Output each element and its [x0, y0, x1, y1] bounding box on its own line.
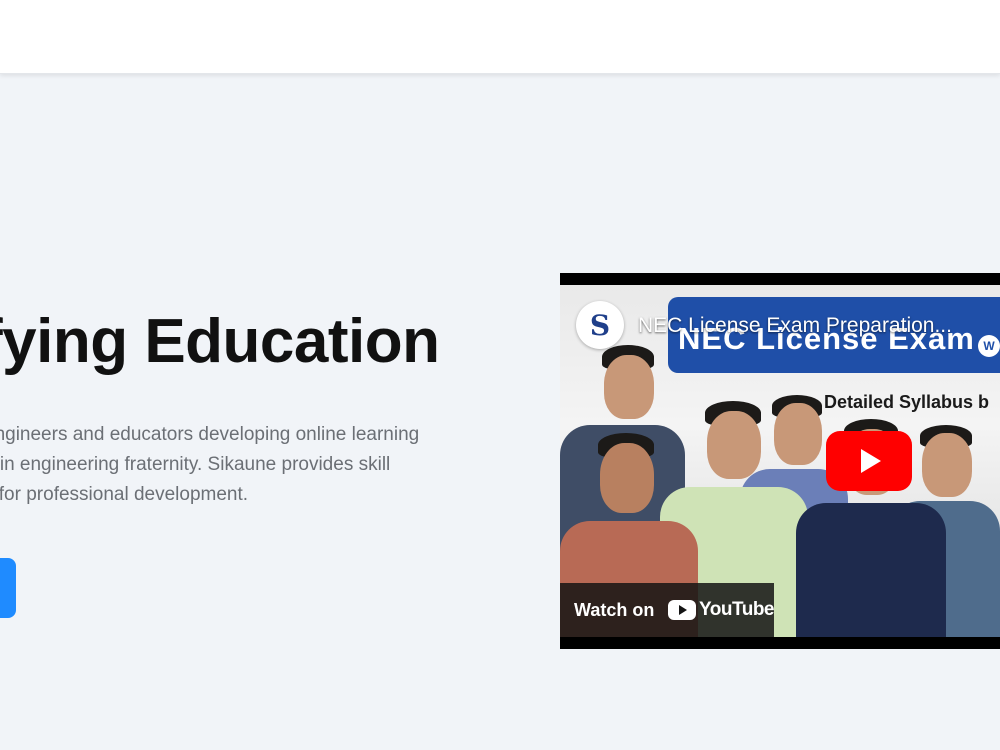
youtube-video-embed[interactable]: NEC License Exam W Detailed Syllabus b S… — [560, 273, 1000, 649]
watch-on-youtube-button[interactable]: Watch on YouTube — [560, 583, 774, 637]
watch-on-label: Watch on — [574, 599, 655, 620]
youtube-logo-icon — [668, 600, 697, 620]
channel-logo-letter: S — [589, 308, 611, 342]
youtube-wordmark: YouTube — [699, 599, 774, 620]
thumbnail-badge: W — [978, 335, 1000, 357]
top-navigation-bar — [0, 0, 1000, 74]
video-title[interactable]: NEC License Exam Preparation... — [638, 314, 952, 338]
hero-title: fying Education — [0, 307, 440, 376]
hero-description-line: s for professional development. — [0, 484, 249, 505]
play-icon — [861, 449, 881, 473]
video-thumbnail[interactable]: NEC License Exam W Detailed Syllabus b S… — [560, 285, 1000, 637]
play-button[interactable] — [826, 431, 912, 491]
hero-description: engineers and educators developing onlin… — [0, 420, 464, 510]
hero-description-line: g in engineering fraternity. Sikaune pro… — [0, 454, 391, 475]
hero-description-line: engineers and educators developing onlin… — [0, 424, 420, 445]
channel-logo[interactable]: S — [576, 301, 624, 349]
cta-button[interactable] — [0, 558, 16, 618]
